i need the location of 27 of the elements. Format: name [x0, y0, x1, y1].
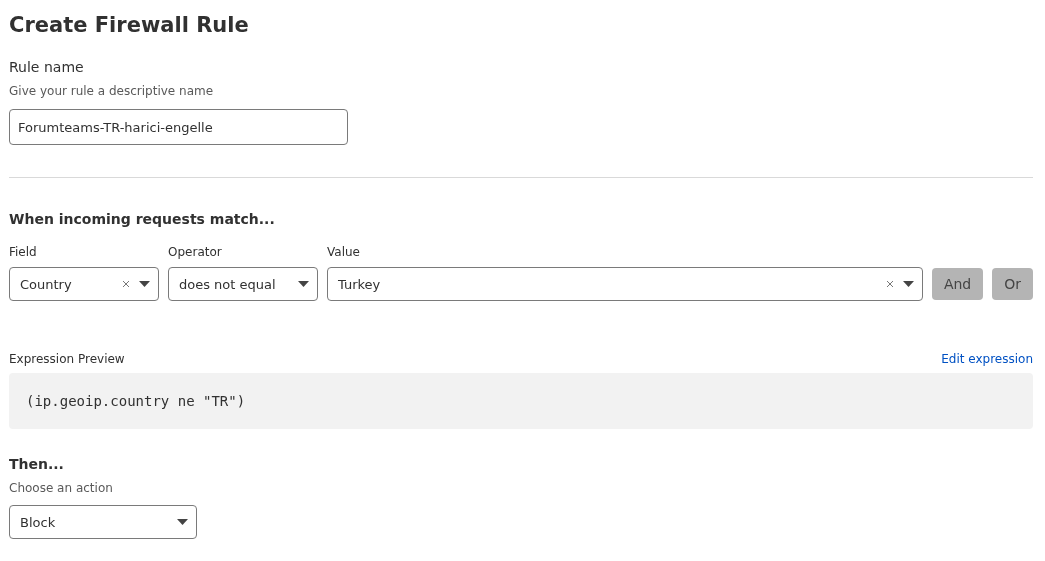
rule-name-field[interactable]: Forumteams-TR-harici-engelle	[9, 109, 348, 145]
page-title: Create Firewall Rule	[9, 12, 250, 39]
expression-label: Expression Preview	[9, 351, 125, 368]
caret-icon	[298, 281, 309, 287]
field-label: Rule name	[9, 58, 85, 77]
section-heading: Then...	[9, 455, 65, 474]
caret-icon	[139, 281, 150, 287]
dropdown[interactable]: Block	[9, 505, 197, 539]
dropdown[interactable]: does not equal	[168, 267, 318, 301]
dropdown-value: Country	[20, 276, 73, 292]
field-hint: Give your rule a descriptive name	[9, 83, 215, 100]
expression-preview: (ip.geoip.country ne "TR")	[9, 373, 1033, 429]
caret-icon	[177, 519, 188, 525]
dropdown-value: does not equal	[179, 276, 277, 292]
field-label: Operator	[168, 244, 223, 261]
clear-icon[interactable]	[885, 280, 894, 288]
dropdown[interactable]: Turkey	[327, 267, 923, 301]
edit-expression-link[interactable]: Edit expression	[941, 350, 1033, 368]
field-label: Field	[9, 244, 38, 261]
dropdown[interactable]: Country	[9, 267, 159, 301]
field-label: Value	[327, 244, 361, 261]
section-heading: When incoming requests match...	[9, 210, 276, 229]
clear-icon[interactable]	[122, 280, 130, 288]
field-hint: Choose an action	[9, 480, 114, 497]
caret-icon	[902, 281, 914, 287]
dropdown-value: Block	[20, 514, 57, 530]
dropdown-value: Turkey	[338, 276, 382, 292]
